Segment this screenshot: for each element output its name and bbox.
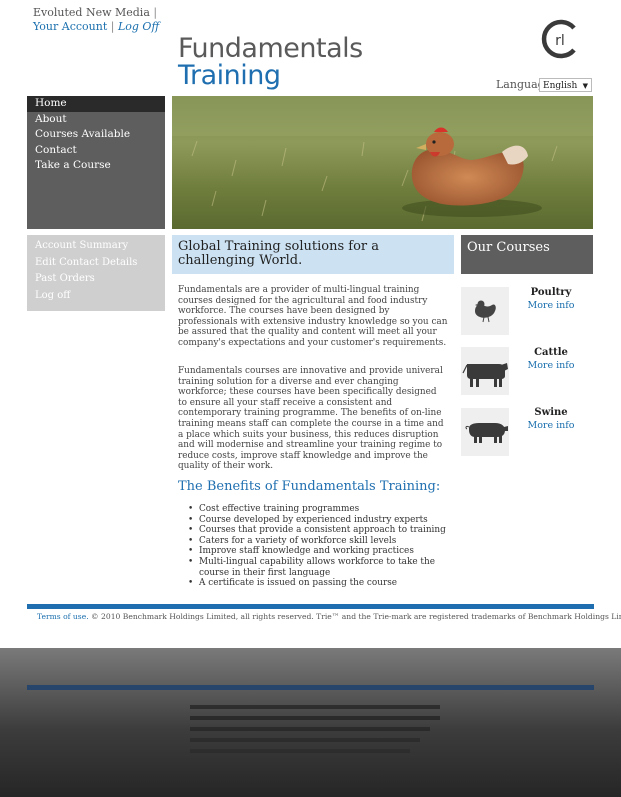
- list-item: Multi-lingual capability allows workforc…: [188, 557, 453, 578]
- copyright-text: © 2010 Benchmark Holdings Limited, all r…: [88, 612, 621, 621]
- chevron-down-icon: ▼: [582, 82, 588, 90]
- page-heading: Global Training solutions for a challeng…: [178, 239, 380, 268]
- poultry-more-info-link[interactable]: More info: [509, 300, 593, 311]
- reflection-line: [190, 738, 420, 742]
- reflection-line: [190, 716, 440, 720]
- account-menu: Account Summary Edit Contact Details Pas…: [27, 235, 165, 311]
- cattle-more-info-link[interactable]: More info: [509, 360, 593, 371]
- account-item-past-orders[interactable]: Past Orders: [27, 271, 165, 288]
- language-value: English: [543, 81, 578, 91]
- course-name-swine: Swine: [534, 407, 568, 418]
- poultry-thumb[interactable]: [461, 287, 509, 335]
- list-item: A certificate is issued on passing the c…: [188, 578, 453, 589]
- language-select[interactable]: English ▼: [539, 78, 592, 92]
- brand-mark-text: rl: [555, 33, 565, 49]
- separator: |: [153, 6, 158, 19]
- swine-thumb[interactable]: [461, 408, 509, 456]
- nav-item-contact[interactable]: Contact: [27, 143, 165, 159]
- nav-item-courses-available[interactable]: Courses Available: [27, 127, 165, 143]
- brand-title-line2: Training: [178, 60, 281, 91]
- details-paragraph: Fundamentals courses are innovative and …: [178, 366, 444, 472]
- pig-icon: [465, 423, 508, 443]
- footer: Terms of use. © 2010 Benchmark Holdings …: [37, 612, 621, 621]
- footer-bar: [27, 604, 594, 609]
- top-account-links: Evoluted New Media | Your Account | Log …: [33, 6, 163, 34]
- terms-of-use-link[interactable]: Terms of use.: [37, 612, 89, 621]
- reflection-line: [190, 727, 430, 731]
- separator: |: [110, 20, 115, 33]
- hero-chicken-image: [172, 96, 593, 229]
- company-name: Evoluted New Media: [33, 6, 150, 19]
- list-item: Caters for a variety of workforce skill …: [188, 536, 453, 547]
- list-item: Course developed by experienced industry…: [188, 515, 453, 526]
- list-item: Improve staff knowledge and working prac…: [188, 546, 453, 557]
- nav-item-take-a-course[interactable]: Take a Course: [27, 158, 165, 174]
- brand-logo-icon: rl: [541, 19, 576, 59]
- reflection-bar: [27, 685, 594, 690]
- cattle-thumb[interactable]: [461, 347, 509, 395]
- benefits-list: Cost effective training programmes Cours…: [188, 504, 453, 589]
- log-off-link[interactable]: Log Off: [118, 20, 159, 33]
- your-account-link[interactable]: Your Account: [33, 20, 107, 33]
- nav-item-about[interactable]: About: [27, 112, 165, 128]
- list-item: Courses that provide a consistent approa…: [188, 525, 453, 536]
- chicken-icon: [475, 300, 496, 323]
- reflection-line: [190, 749, 410, 753]
- course-name-poultry: Poultry: [530, 287, 572, 298]
- reflection-line: [190, 705, 440, 709]
- intro-paragraph: Fundamentals are a provider of multi-lin…: [178, 285, 448, 348]
- account-item-summary[interactable]: Account Summary: [27, 238, 165, 255]
- swine-more-info-link[interactable]: More info: [509, 420, 593, 431]
- account-item-log-off[interactable]: Log off: [27, 288, 165, 305]
- list-item: Cost effective training programmes: [188, 504, 453, 515]
- benefits-title: The Benefits of Fundamentals Training:: [178, 479, 441, 494]
- nav-item-home[interactable]: Home: [27, 96, 165, 112]
- account-item-edit-contact[interactable]: Edit Contact Details: [27, 255, 165, 272]
- page-reflection: [0, 648, 621, 797]
- course-name-cattle: Cattle: [534, 347, 568, 358]
- cow-icon: [462, 363, 508, 387]
- main-nav: Home About Courses Available Contact Tak…: [27, 96, 165, 229]
- courses-title: Our Courses: [467, 240, 550, 255]
